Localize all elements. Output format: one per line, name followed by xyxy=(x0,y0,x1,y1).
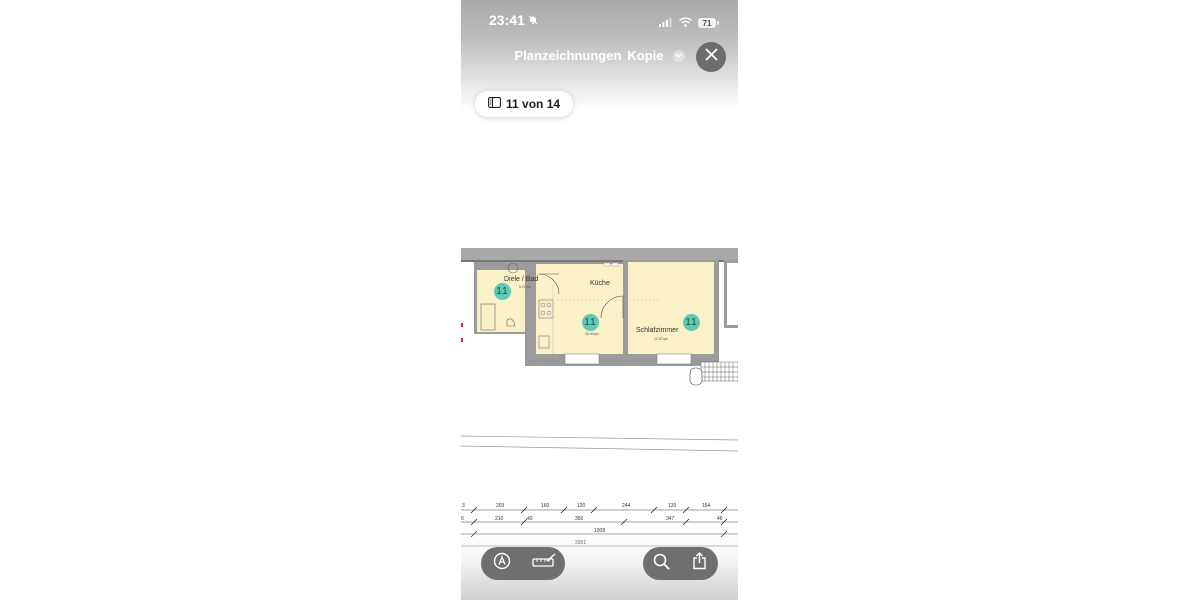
share-button[interactable] xyxy=(684,549,714,579)
markup-toolbar xyxy=(481,547,565,580)
search-button[interactable] xyxy=(647,549,677,579)
ruler-pencil-icon xyxy=(532,553,556,574)
dim-label: 210 xyxy=(495,516,504,522)
room-label-schlafzimmer: Schlafzimmer xyxy=(636,327,679,334)
chevron-down-icon[interactable] xyxy=(672,49,685,62)
document-title-subtitle: Kopie xyxy=(627,48,664,63)
measure-button[interactable] xyxy=(529,549,559,579)
page-indicator-label: 11 von 14 xyxy=(506,97,561,111)
share-icon xyxy=(692,552,707,575)
bell-muted-icon xyxy=(528,12,538,28)
dim-label: 203 xyxy=(496,503,505,509)
terrace-grid xyxy=(700,361,738,382)
dim-label: 244 xyxy=(622,503,631,509)
markup-button[interactable] xyxy=(487,549,517,579)
room-schlafzimmer-fill xyxy=(628,262,714,354)
room-area-schlafzimmer: 12.87qm xyxy=(654,337,668,341)
close-button[interactable] xyxy=(696,42,726,72)
window xyxy=(656,353,692,365)
status-time-text: 23:41 xyxy=(489,12,525,28)
battery-icon: 71 xyxy=(698,18,719,28)
page-indicator-button[interactable]: 11 von 14 xyxy=(475,91,574,117)
room-badge-kueche[interactable]: 11 xyxy=(582,314,599,331)
dim-label: 160 xyxy=(541,503,550,509)
sidebar-pages-icon xyxy=(488,97,501,111)
floor-plan[interactable]: Diele / Bad 5.37qm 11 Küche 15.40qm 11 S… xyxy=(461,248,738,548)
room-area-kueche: 15.40qm xyxy=(585,332,599,336)
markup-pen-icon xyxy=(493,552,511,575)
status-indicators: 71 xyxy=(659,14,719,32)
outdoor-fixture xyxy=(689,367,703,386)
room-label-diele-bad: Diele / Bad xyxy=(504,276,539,283)
document-title-text: Planzeichnungen xyxy=(514,48,622,63)
window xyxy=(564,353,600,365)
close-icon xyxy=(704,48,718,66)
room-badge-schlafzimmer[interactable]: 11 xyxy=(683,314,700,331)
dim-label: 40 xyxy=(527,516,533,522)
dim-label: 3 xyxy=(462,503,465,509)
room-badge-diele-bad[interactable]: 11 xyxy=(494,283,511,300)
dim-label: 350 xyxy=(575,516,584,522)
wall-right-gap xyxy=(727,263,738,325)
room-label-kueche: Küche xyxy=(590,280,610,287)
wifi-icon xyxy=(679,14,692,32)
wall-top xyxy=(461,248,738,261)
dim-label: 120 xyxy=(668,503,677,509)
dim-label: 154 xyxy=(702,503,711,509)
dim-label: 46 xyxy=(717,516,723,522)
dim-label: 347 xyxy=(666,516,675,522)
action-toolbar xyxy=(643,547,718,580)
cellular-signal-icon xyxy=(659,14,673,32)
room-area-diele-bad: 5.37qm xyxy=(519,285,531,289)
search-icon xyxy=(653,553,670,575)
phone-screen: Diele / Bad 5.37qm 11 Küche 15.40qm 11 S… xyxy=(461,0,738,600)
status-time: 23:41 xyxy=(489,12,538,28)
dim-label: 120 xyxy=(577,503,586,509)
dim-label: 6 xyxy=(461,516,464,522)
